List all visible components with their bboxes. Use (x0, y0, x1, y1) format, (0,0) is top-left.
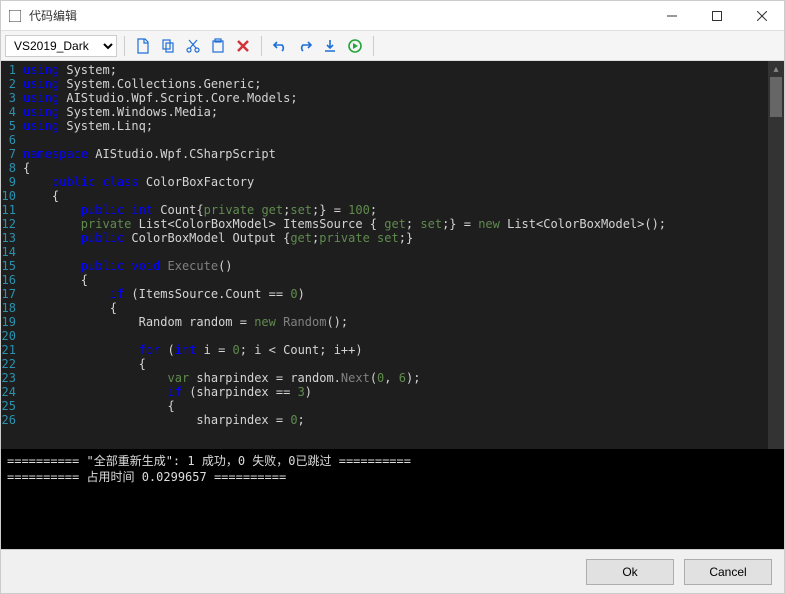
code-line: if (ItemsSource.Count == 0) (23, 287, 768, 301)
dialog-window: 代码编辑 VS2019_Dark (0, 0, 785, 594)
undo-icon[interactable] (269, 35, 291, 57)
dialog-buttons: Ok Cancel (1, 549, 784, 593)
output-line: ========== 占用时间 0.0299657 ========== (7, 469, 778, 485)
line-number: 21 (1, 343, 16, 357)
code-line: { (23, 301, 768, 315)
code-line: { (23, 273, 768, 287)
output-line: ========== "全部重新生成": 1 成功，0 失败，0已跳过 ====… (7, 453, 778, 469)
code-line: using System.Linq; (23, 119, 768, 133)
titlebar[interactable]: 代码编辑 (1, 1, 784, 31)
window-title: 代码编辑 (29, 7, 649, 24)
code-line: public class ColorBoxFactory (23, 175, 768, 189)
redo-icon[interactable] (294, 35, 316, 57)
line-number: 3 (1, 91, 16, 105)
scroll-thumb[interactable] (770, 77, 782, 117)
window-controls (649, 1, 784, 31)
maximize-button[interactable] (694, 1, 739, 31)
code-line: for (int i = 0; i < Count; i++) (23, 343, 768, 357)
line-number: 20 (1, 329, 16, 343)
line-number: 1 (1, 63, 16, 77)
line-number: 12 (1, 217, 16, 231)
run-icon[interactable] (344, 35, 366, 57)
code-line: { (23, 399, 768, 413)
delete-icon[interactable] (232, 35, 254, 57)
code-line: public ColorBoxModel Output {get;private… (23, 231, 768, 245)
code-line: if (sharpindex == 3) (23, 385, 768, 399)
code-line: { (23, 189, 768, 203)
line-number: 2 (1, 77, 16, 91)
code-line: Random random = new Random(); (23, 315, 768, 329)
download-icon[interactable] (319, 35, 341, 57)
line-number: 16 (1, 273, 16, 287)
ok-button[interactable]: Ok (586, 559, 674, 585)
line-number: 18 (1, 301, 16, 315)
theme-select[interactable]: VS2019_Dark (5, 35, 117, 57)
line-number: 24 (1, 385, 16, 399)
toolbar-separator (261, 36, 262, 56)
toolbar-separator (124, 36, 125, 56)
code-line: public void Execute() (23, 259, 768, 273)
line-number: 4 (1, 105, 16, 119)
toolbar-separator (373, 36, 374, 56)
code-editor[interactable]: 1234567891011121314151617181920212223242… (1, 61, 784, 449)
line-number: 8 (1, 161, 16, 175)
line-number: 9 (1, 175, 16, 189)
copy-icon[interactable] (157, 35, 179, 57)
line-number: 23 (1, 371, 16, 385)
scroll-up-icon[interactable]: ▴ (768, 61, 784, 77)
code-line: using System; (23, 63, 768, 77)
minimize-button[interactable] (649, 1, 694, 31)
code-line: { (23, 161, 768, 175)
code-line: sharpindex = 0; (23, 413, 768, 427)
cut-icon[interactable] (182, 35, 204, 57)
line-number: 26 (1, 413, 16, 427)
line-number: 13 (1, 231, 16, 245)
line-number: 7 (1, 147, 16, 161)
line-number: 5 (1, 119, 16, 133)
close-button[interactable] (739, 1, 784, 31)
code-line: namespace AIStudio.Wpf.CSharpScript (23, 147, 768, 161)
line-number: 22 (1, 357, 16, 371)
line-number: 6 (1, 133, 16, 147)
code-line: using System.Windows.Media; (23, 105, 768, 119)
code-line (23, 329, 768, 343)
line-gutter: 1234567891011121314151617181920212223242… (1, 61, 19, 449)
line-number: 14 (1, 245, 16, 259)
cancel-button[interactable]: Cancel (684, 559, 772, 585)
vertical-scrollbar[interactable]: ▴ (768, 61, 784, 449)
line-number: 25 (1, 399, 16, 413)
new-file-icon[interactable] (132, 35, 154, 57)
output-panel: ========== "全部重新生成": 1 成功，0 失败，0已跳过 ====… (1, 449, 784, 549)
app-icon (7, 8, 23, 24)
code-line (23, 133, 768, 147)
line-number: 10 (1, 189, 16, 203)
toolbar: VS2019_Dark (1, 31, 784, 61)
line-number: 11 (1, 203, 16, 217)
code-content[interactable]: using System;using System.Collections.Ge… (19, 61, 768, 449)
code-line: private List<ColorBoxModel> ItemsSource … (23, 217, 768, 231)
code-line: { (23, 357, 768, 371)
paste-icon[interactable] (207, 35, 229, 57)
code-line: var sharpindex = random.Next(0, 6); (23, 371, 768, 385)
line-number: 19 (1, 315, 16, 329)
line-number: 17 (1, 287, 16, 301)
line-number: 15 (1, 259, 16, 273)
code-line: using AIStudio.Wpf.Script.Core.Models; (23, 91, 768, 105)
code-line: using System.Collections.Generic; (23, 77, 768, 91)
code-line: public int Count{private get;set;} = 100… (23, 203, 768, 217)
code-line (23, 245, 768, 259)
